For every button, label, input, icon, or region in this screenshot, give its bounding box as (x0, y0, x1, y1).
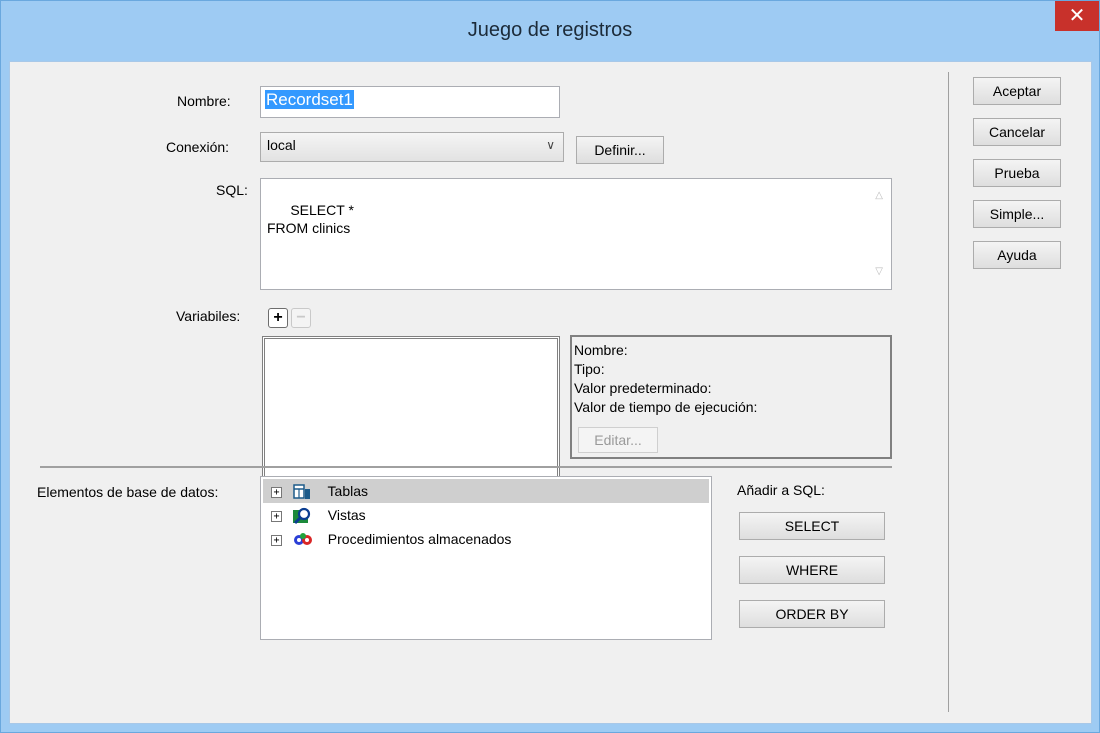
minus-icon: − (296, 309, 306, 326)
tree-item-views[interactable]: + Vistas (263, 503, 709, 527)
scroll-down-icon[interactable]: ▽ (875, 263, 883, 281)
add-variable-button[interactable]: + (268, 308, 288, 328)
expand-icon[interactable]: + (271, 534, 282, 546)
dialog-body: Nombre: Recordset1 Conexión: local ∨ Def… (9, 61, 1092, 724)
plus-icon: + (273, 309, 283, 326)
variable-type-label: Tipo: (574, 361, 605, 377)
title-bar[interactable]: Juego de registros ✕ (1, 1, 1099, 61)
close-button[interactable]: ✕ (1055, 1, 1099, 31)
recordset-dialog: Juego de registros ✕ Nombre: Recordset1 … (0, 0, 1100, 733)
chevron-down-icon: ∨ (546, 138, 555, 152)
help-button[interactable]: Ayuda (973, 241, 1061, 269)
add-where-button[interactable]: WHERE (739, 556, 885, 584)
add-order-by-button[interactable]: ORDER BY (739, 600, 885, 628)
connection-value: local (267, 137, 296, 153)
edit-variable-button[interactable]: Editar... (578, 427, 658, 453)
tree-item-label: Tablas (327, 483, 368, 499)
section-divider (40, 466, 892, 468)
sql-textarea[interactable]: SELECT * FROM clinics △ ▽ (260, 178, 892, 290)
connection-select[interactable]: local ∨ (260, 132, 564, 162)
scroll-up-icon[interactable]: △ (875, 187, 883, 205)
name-label: Nombre: (177, 93, 231, 109)
add-select-button[interactable]: SELECT (739, 512, 885, 540)
stored-procedure-icon (292, 531, 314, 549)
view-icon (292, 507, 314, 525)
connection-label: Conexión: (166, 139, 230, 155)
variables-list[interactable] (262, 336, 560, 484)
variable-runtime-label: Valor de tiempo de ejecución: (574, 399, 758, 415)
expand-icon[interactable]: + (271, 510, 282, 522)
name-input[interactable]: Recordset1 (260, 86, 560, 118)
table-icon (292, 483, 314, 501)
name-value: Recordset1 (265, 90, 354, 109)
expand-icon[interactable]: + (271, 486, 282, 498)
close-icon: ✕ (1068, 3, 1086, 27)
remove-variable-button[interactable]: − (291, 308, 311, 328)
test-button[interactable]: Prueba (973, 159, 1061, 187)
define-button[interactable]: Definir... (576, 136, 664, 164)
vertical-divider (948, 72, 949, 712)
sql-label: SQL: (216, 182, 248, 198)
variable-name-label: Nombre: (574, 342, 628, 358)
tree-item-label: Procedimientos almacenados (327, 531, 512, 547)
variable-default-label: Valor predeterminado: (574, 380, 712, 396)
variable-details: Nombre: Tipo: Valor predeterminado: Valo… (570, 335, 892, 459)
db-items-tree[interactable]: + Tablas + Vistas + Procedimientos almac… (260, 476, 712, 640)
db-items-label: Elementos de base de datos: (37, 484, 219, 500)
dialog-title: Juego de registros (467, 19, 633, 41)
tree-item-tables[interactable]: + Tablas (263, 479, 709, 503)
tree-item-label: Vistas (327, 507, 366, 523)
simple-button[interactable]: Simple... (973, 200, 1061, 228)
variables-label: Variabiles: (176, 308, 241, 324)
accept-button[interactable]: Aceptar (973, 77, 1061, 105)
tree-item-stored-procedures[interactable]: + Procedimientos almacenados (263, 527, 709, 551)
sql-text: SELECT * FROM clinics (267, 202, 354, 236)
add-to-sql-label: Añadir a SQL: (737, 482, 825, 498)
cancel-button[interactable]: Cancelar (973, 118, 1061, 146)
